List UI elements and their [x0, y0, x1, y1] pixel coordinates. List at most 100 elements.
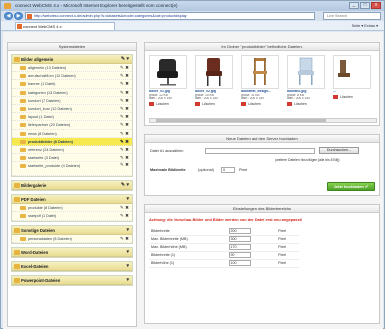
- group-header[interactable]: Excel-Dateien ▾: [12, 261, 132, 271]
- folder-item[interactable]: kundort_kurz (12 Dateien) ✎ ✖: [12, 105, 132, 114]
- folder-icon: [14, 263, 20, 269]
- thumbnail-strip: boxer_01.jpg größe: 12 KB abm.: 200 x 15…: [149, 55, 377, 115]
- thumbnail-card[interactable]: boxer_02.jpg größe: 10 KB abm.: 200 x 15…: [195, 55, 233, 107]
- delete-button[interactable]: Löschen: [195, 102, 233, 107]
- back-icon[interactable]: ◀: [4, 12, 13, 20]
- close-button[interactable]: x: [371, 2, 381, 9]
- setting-input[interactable]: 170: [228, 244, 251, 250]
- group-actions[interactable]: ▾: [126, 248, 129, 257]
- thumbnail-image[interactable]: [333, 55, 371, 89]
- group-header[interactable]: Word-Dateien ▾: [12, 247, 132, 257]
- thumbnail-card[interactable]: bukraft2.jpg größe: 8 KB abm.: 200 x 150…: [287, 55, 325, 107]
- setting-cell: 300: [226, 235, 277, 244]
- group-header[interactable]: Powerpoint-Dateien ▾: [12, 275, 132, 285]
- group-header[interactable]: Bilder allgemein ✎ ▾: [12, 55, 132, 64]
- group-actions[interactable]: ▾: [126, 262, 129, 271]
- group-actions[interactable]: ✎ ▾: [121, 181, 129, 190]
- folder-icon: [20, 214, 26, 219]
- minimize-button[interactable]: _: [349, 2, 359, 9]
- upload-box: Neue Dateien auf den Server hochladen Da…: [144, 134, 380, 196]
- group-header[interactable]: PDF Dateien ▾: [12, 195, 132, 205]
- thumbnail-image[interactable]: [195, 55, 233, 89]
- thumbnail-image[interactable]: [287, 55, 325, 89]
- edit-delete-icons[interactable]: ✎ ✖: [120, 121, 129, 128]
- delete-button[interactable]: Löschen: [149, 102, 187, 107]
- edit-delete-icons[interactable]: ✎ ✖: [120, 72, 129, 79]
- edit-delete-icons[interactable]: ✎ ✖: [120, 146, 129, 153]
- folder-icon: [20, 90, 26, 95]
- edit-delete-icons[interactable]: ✎ ✖: [120, 80, 129, 87]
- gallery-scrollbar[interactable]: [149, 118, 377, 123]
- group-actions[interactable]: ▾: [126, 195, 129, 204]
- edit-delete-icons[interactable]: ✎ ✖: [120, 162, 129, 167]
- group-word-dateien: Word-Dateien ▾: [11, 246, 133, 258]
- setting-input[interactable]: 90: [228, 252, 251, 258]
- edit-delete-icons[interactable]: ✎ ✖: [120, 97, 129, 104]
- group-actions[interactable]: ▾: [126, 226, 129, 235]
- browse-button[interactable]: Durchsuchen...: [319, 147, 359, 154]
- folder-item[interactable]: startseite (3 Datei) ✎ ✖: [12, 154, 132, 163]
- delete-button[interactable]: Löschen: [241, 102, 279, 107]
- thumbnail-image[interactable]: [241, 55, 279, 89]
- gallery-title: Im Ordner "produktbilder" befindliche Da…: [145, 43, 379, 51]
- url-input[interactable]: http://webdesc.connect-s.de/admin.php?s=…: [25, 12, 315, 20]
- group-title: Word-Dateien: [21, 249, 49, 255]
- scrollbar-thumb[interactable]: [156, 119, 326, 122]
- folder-item[interactable]: kategorien (13 Dateien) ✎ ✖: [12, 89, 132, 97]
- thumbnail-meta: abm.: 200 x 150: [287, 97, 310, 101]
- tab-webcms[interactable]: connect WebCMS 4.x: [15, 22, 115, 30]
- edit-delete-icons[interactable]: ✎ ✖: [120, 154, 129, 161]
- max-width-input[interactable]: 0: [221, 167, 235, 173]
- folder-label: news (8 Dateien): [28, 131, 57, 136]
- group-title: Powerpoint-Dateien: [21, 277, 61, 283]
- setting-input[interactable]: 100: [228, 260, 251, 266]
- folder-item[interactable]: startseite_produkte (4 Dateien) ✎ ✖: [12, 162, 132, 177]
- file-input[interactable]: [205, 148, 315, 154]
- setting-input[interactable]: 200: [228, 227, 251, 234]
- delete-button[interactable]: Löschen: [333, 95, 371, 100]
- folder-label: startpdf (1 Datei): [28, 214, 57, 219]
- thumbnail-image[interactable]: [149, 55, 187, 89]
- folder-item[interactable]: anrufschaltfl.en (12 Dateien) ✎ ✖: [12, 72, 132, 81]
- group-actions[interactable]: ▾: [126, 276, 129, 285]
- thumbnail-card[interactable]: ... Löschen: [333, 55, 371, 100]
- folder-item[interactable]: banner (1 Datei) ✎ ✖: [12, 80, 132, 89]
- folder-item[interactable]: news (8 Dateien) ✎ ✖: [12, 130, 132, 138]
- folder-icon: [20, 131, 26, 136]
- edit-delete-icons[interactable]: ✎ ✖: [120, 64, 129, 71]
- folder-item[interactable]: lieferpartner (20 Dateien) ✎ ✖: [12, 121, 132, 130]
- toolbar-menus[interactable]: Seite ▾ Extras ▾: [352, 23, 378, 28]
- folder-icon: [20, 139, 26, 144]
- forward-icon[interactable]: ▶: [14, 12, 23, 20]
- edit-delete-icons[interactable]: ✎ ✖: [120, 212, 129, 219]
- folder-item[interactable]: produkte (8 Dateien) ✎ ✖: [12, 204, 132, 213]
- edit-delete-icons[interactable]: ✎ ✖: [120, 113, 129, 120]
- folder-item[interactable]: startpdf (1 Datei) ✎ ✖: [12, 212, 132, 221]
- thumbnail-card[interactable]: boxer_01.jpg größe: 12 KB abm.: 200 x 15…: [149, 55, 187, 107]
- edit-delete-icons[interactable]: ✎ ✖: [120, 105, 129, 112]
- folder-item[interactable]: layout (1 Datei) ✎ ✖: [12, 113, 132, 122]
- delete-button[interactable]: Löschen: [287, 102, 325, 107]
- folder-item[interactable]: allgemein (13 Dateien) ✎ ✖: [12, 64, 132, 73]
- edit-delete-icons[interactable]: ✎ ✖: [120, 89, 129, 96]
- folder-item[interactable]: kundort (7 Dateien) ✎ ✖: [12, 97, 132, 105]
- edit-delete-icons[interactable]: ✎ ✖: [120, 204, 129, 211]
- group-header[interactable]: Bildergalerie ✎ ▾: [12, 181, 132, 191]
- thumbnail-card[interactable]: bukraftst_design... größe: 11 KB abm.: 2…: [241, 55, 279, 107]
- search-input[interactable]: Live Search: [323, 12, 381, 20]
- edit-delete-icons[interactable]: ✎ ✖: [120, 235, 129, 242]
- page-content: Systemdateien Bilder allgemein ✎ ▾ allge…: [3, 32, 383, 329]
- folder-item-selected[interactable]: produktbilder (8 Dateien) ✎ ✖: [12, 137, 132, 146]
- edit-delete-icons[interactable]: ✎ ✖: [120, 138, 129, 145]
- folder-item[interactable]: personaldaten (8 Dateien) ✎ ✖: [12, 235, 132, 243]
- unit-label: Pixel: [239, 168, 248, 172]
- setting-input[interactable]: 300: [228, 236, 251, 242]
- settings-row: Bilderbreite 200 Pixel: [149, 227, 299, 236]
- upload-submit-button[interactable]: Jetzt hochladen ✔: [327, 182, 375, 191]
- group-excel-dateien: Excel-Dateien ▾: [11, 260, 133, 272]
- group-header[interactable]: Sonstige Dateien ▾: [12, 225, 132, 235]
- maximize-button[interactable]: □: [360, 2, 370, 9]
- folder-item[interactable]: referenz (24 Dateien) ✎ ✖: [12, 146, 132, 155]
- group-actions[interactable]: ✎ ▾: [121, 55, 129, 64]
- edit-delete-icons[interactable]: ✎ ✖: [120, 130, 129, 137]
